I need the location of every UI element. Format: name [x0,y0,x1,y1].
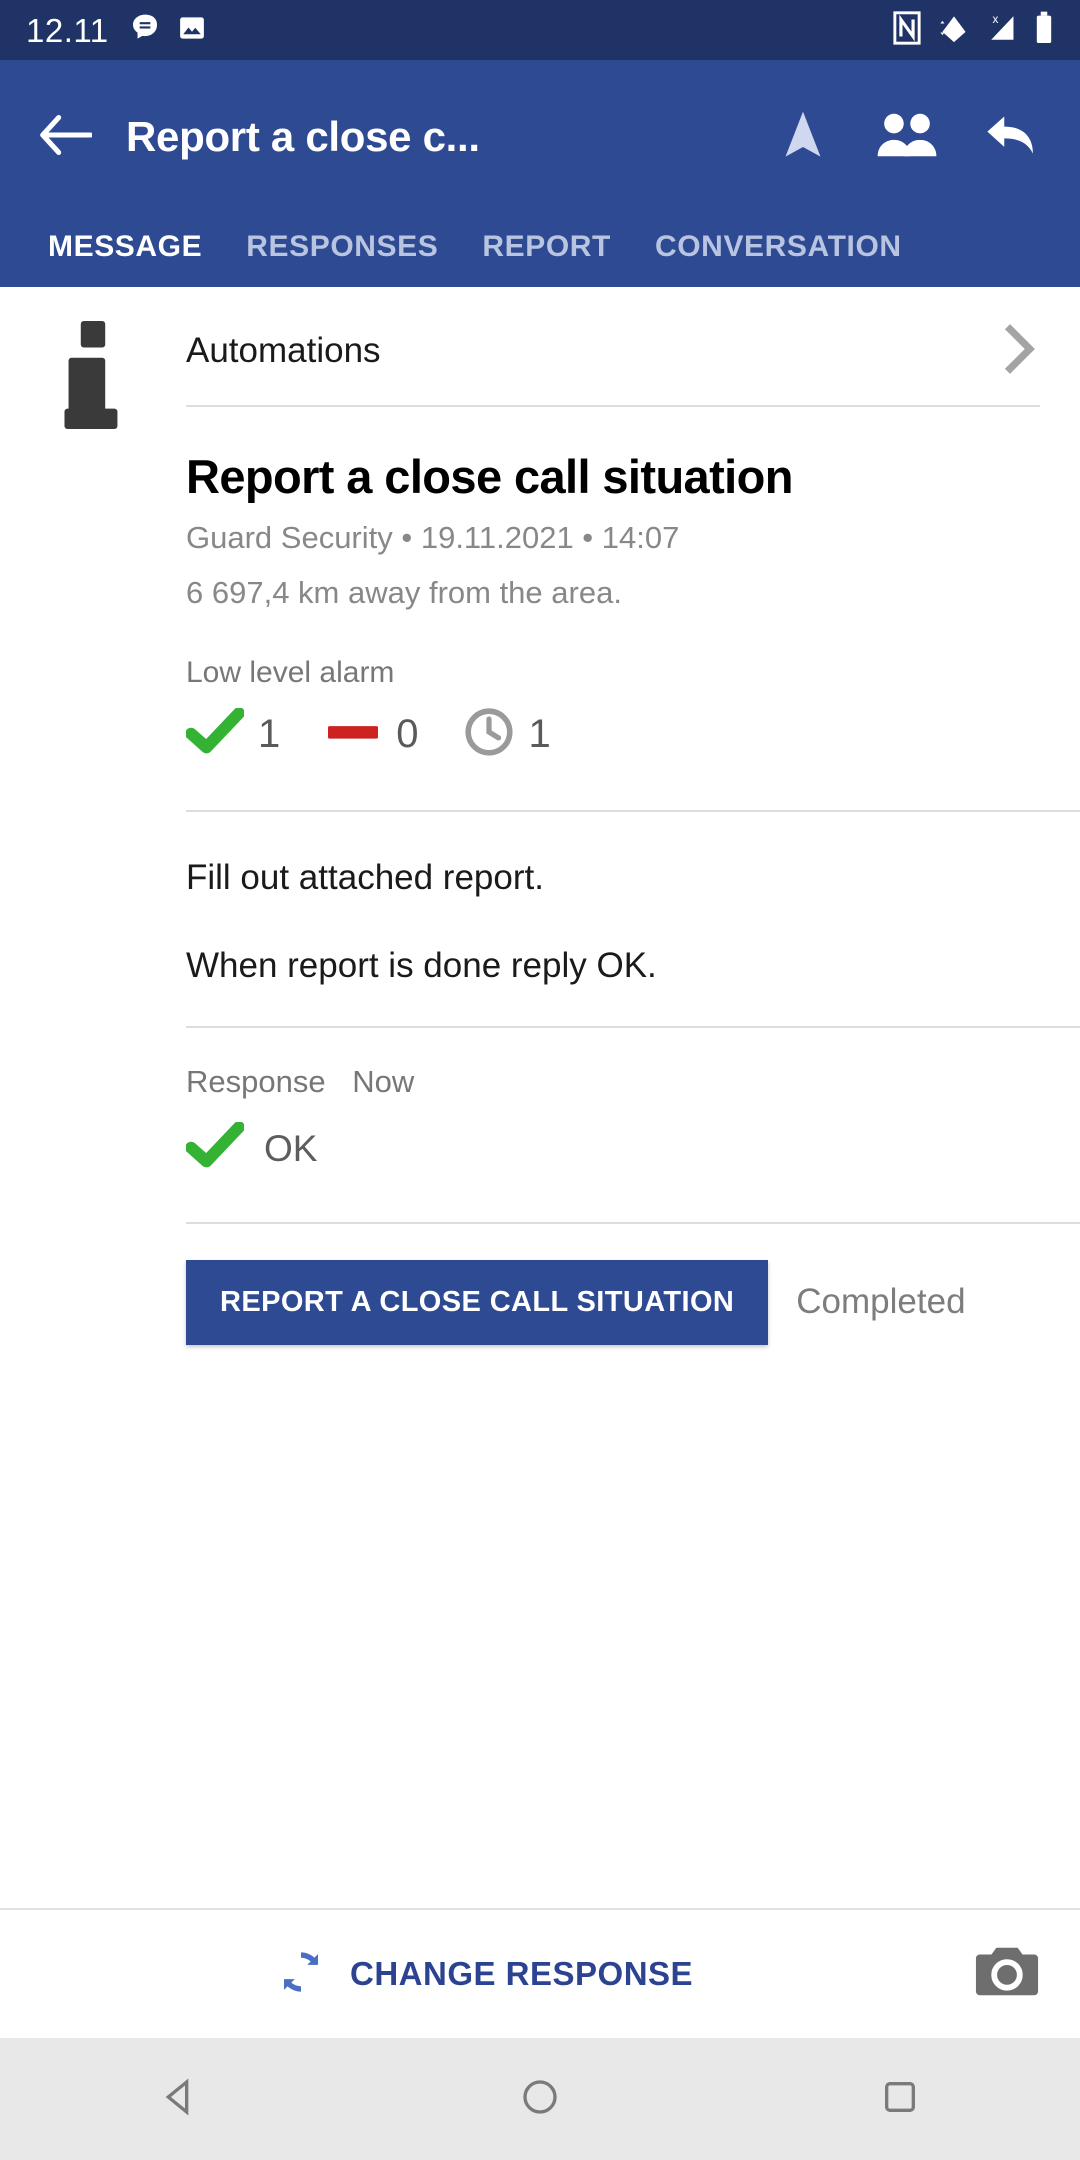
back-button[interactable] [34,106,96,168]
report-status-badge: Completed [796,1282,966,1322]
message-body: Automations Report a close call situatio… [185,287,1080,1345]
response-label-row: Response Now [186,1064,1080,1100]
nav-back-button[interactable] [125,2054,235,2144]
alarm-level-label: Low level alarm [186,655,395,689]
cellular-signal-icon: x [986,11,1020,50]
people-icon [876,110,938,165]
message-distance: 6 697,4 km away from the area. [186,574,622,610]
divider-body [186,809,1080,812]
message-body-line-1: Fill out attached report. [186,857,544,897]
nfc-icon [892,10,922,50]
alarm-stat-pending-value: 1 [528,712,551,757]
bottom-action-bar: CHANGE RESPONSE [0,1908,1080,2038]
red-minus-icon [324,717,382,752]
green-check-icon [185,1121,245,1175]
message-icon [129,12,161,49]
tab-message[interactable]: MESSAGE [26,230,224,264]
message-title: Report a close call situation [186,450,793,503]
response-label: Response [186,1063,326,1099]
automations-row[interactable]: Automations [186,297,1080,405]
people-button[interactable] [876,106,938,168]
divider-response [186,1025,1080,1028]
tab-bar: MESSAGE RESPONSES REPORT CONVERSATION [0,192,1080,287]
app-bar: Report a close c... MESSAGE RESPONSES RE… [0,60,1080,287]
status-clock: 12.11 [26,11,109,49]
response-value: OK [264,1127,318,1169]
app-bar-actions [772,106,1050,168]
nav-home-button[interactable] [485,2054,595,2144]
alarm-stat-declined-value: 0 [396,712,419,757]
svg-text:x: x [993,12,999,25]
reply-arrow-icon [984,111,1038,164]
tab-report[interactable]: REPORT [460,230,633,264]
camera-button[interactable] [974,1946,1040,2002]
green-check-icon [185,707,245,761]
message-body-line-2: When report is done reply OK. [186,945,657,985]
tab-conversation[interactable]: CONVERSATION [633,230,924,264]
navigation-arrow-icon [783,108,823,167]
back-arrow-icon [38,112,93,163]
divider-action [186,1221,1080,1224]
alarm-stat-confirmed: 1 [185,707,281,761]
change-response-button[interactable]: CHANGE RESPONSE [276,1947,693,2002]
camera-icon [974,1944,1040,2005]
navigation-arrow-button[interactable] [772,106,834,168]
response-time: Now [352,1063,415,1099]
report-close-call-button[interactable]: REPORT A CLOSE CALL SITUATION [186,1259,769,1345]
chevron-right-icon [998,322,1040,381]
app-bar-top: Report a close c... [0,82,1080,192]
reply-button[interactable] [980,106,1042,168]
status-bar: 12.11 x [0,0,1080,60]
back-triangle-icon [160,2077,200,2122]
status-left-icons [129,12,207,49]
page-title: Report a close c... [126,113,480,160]
divider-automations [186,405,1040,407]
alarm-stat-pending: 1 [463,706,551,763]
action-row: REPORT A CLOSE CALL SITUATION Completed [186,1259,1080,1345]
android-nav-bar [0,2038,1080,2160]
message-meta: Guard Security • 19.11.2021 • 14:07 [186,520,680,555]
nav-recents-button[interactable] [845,2054,955,2144]
status-right-icons: x [892,10,1054,50]
tab-responses[interactable]: RESPONSES [224,230,460,264]
recents-square-icon [880,2077,920,2122]
gray-clock-icon [463,706,515,763]
wifi-icon [936,11,972,50]
alarm-stat-declined: 0 [324,712,419,757]
change-response-label: CHANGE RESPONSE [350,1955,694,1992]
response-value-row: OK [185,1116,1080,1182]
image-icon [177,13,207,48]
home-circle-icon [520,2077,560,2122]
automations-label: Automations [186,331,381,370]
refresh-icon [276,1947,326,2002]
alarm-stats-row: 1 0 1 [185,700,1080,770]
info-icon [58,319,128,429]
message-content: Automations Report a close call situatio… [0,287,1080,1842]
alarm-stat-confirmed-value: 1 [258,712,281,757]
battery-icon [1034,11,1054,50]
